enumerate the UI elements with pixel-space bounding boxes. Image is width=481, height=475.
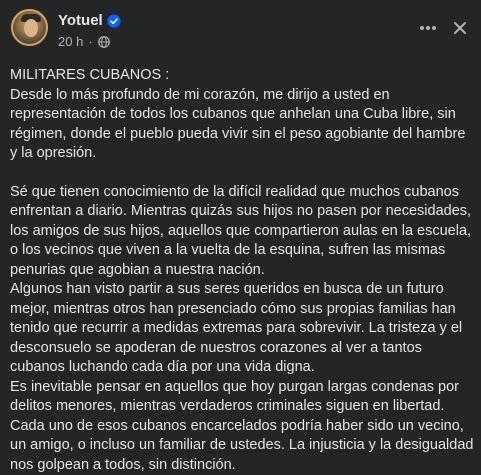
post-paragraph: Desde lo más profundo de mi corazón, me …	[10, 86, 474, 164]
post-time[interactable]: 20 h	[58, 34, 83, 49]
globe-icon[interactable]	[98, 36, 110, 48]
author-avatar[interactable]	[11, 9, 48, 46]
verified-badge-icon	[107, 14, 121, 28]
post-paragraph: Algunos han visto partir a sus seres que…	[10, 280, 474, 378]
author-name[interactable]: Yotuel	[58, 12, 103, 29]
close-icon	[453, 21, 467, 35]
post-meta: 20 h ·	[58, 34, 110, 49]
post-header: Yotuel 20 h ·	[0, 0, 481, 52]
author-name-row: Yotuel	[58, 12, 121, 29]
post-paragraph: Es inevitable pensar en aquellos que hoy…	[10, 378, 474, 475]
post-body: MILITARES CUBANOS : Desde lo más profund…	[10, 66, 474, 475]
more-options-button[interactable]	[418, 18, 438, 38]
meta-separator: ·	[88, 34, 92, 49]
close-button[interactable]	[450, 18, 470, 38]
post-heading: MILITARES CUBANOS :	[10, 66, 474, 86]
more-horizontal-icon	[419, 25, 437, 31]
post-paragraph: Sé que tienen conocimiento de la difícil…	[10, 183, 474, 281]
